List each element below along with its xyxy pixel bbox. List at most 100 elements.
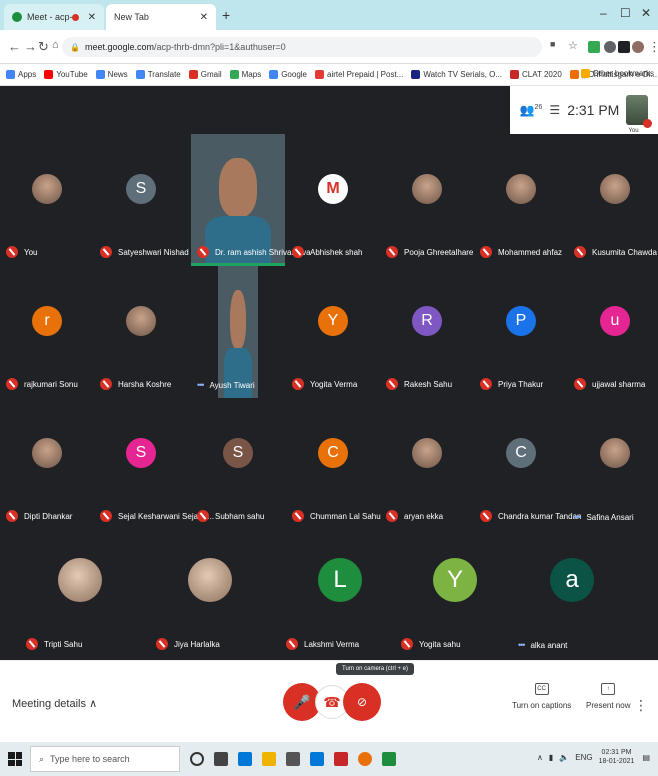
minimize-button[interactable]: –: [600, 6, 607, 20]
tab-meet[interactable]: Meet - acp-thrb-dmn ✕: [4, 4, 104, 30]
participant-tile[interactable]: Pooja Ghreetalhare: [380, 134, 474, 266]
bookmark-item[interactable]: Maps: [229, 70, 261, 79]
bookmark-favicon-icon: [411, 70, 421, 79]
more-options-icon[interactable]: ⋮: [634, 697, 648, 714]
chat-icon[interactable]: ☰: [549, 103, 560, 117]
present-now-button[interactable]: ↑ Present now: [586, 683, 630, 710]
participant-tile[interactable]: Tripti Sahu: [20, 530, 140, 658]
task-view-icon[interactable]: [214, 752, 228, 766]
bookmark-item[interactable]: airtel Prepaid | Post...: [315, 70, 403, 79]
language-indicator[interactable]: ENG: [575, 753, 592, 762]
bookmark-favicon-icon: [135, 70, 145, 79]
star-bookmark-icon[interactable]: ☆: [568, 39, 578, 52]
maximize-button[interactable]: ☐: [620, 6, 631, 20]
participant-tile[interactable]: C Chandra kumar Tandan: [474, 398, 581, 530]
participant-tile[interactable]: Dipti Dhankar: [0, 398, 94, 530]
participant-avatar: [412, 438, 442, 468]
new-tab-button[interactable]: +: [222, 7, 230, 23]
address-bar[interactable]: 🔒 meet.google.com /acp-thrb-dmn?pli=1&au…: [62, 37, 542, 57]
meeting-details-button[interactable]: Meeting details ∧: [12, 697, 97, 710]
participant-tile[interactable]: Y Yogita sahu: [395, 530, 515, 658]
office-icon[interactable]: [334, 752, 348, 766]
participant-tile[interactable]: S Satyeshwari Nishad: [94, 134, 189, 266]
chrome-menu-icon[interactable]: ⋮: [648, 39, 658, 55]
participant-tile[interactable]: a ••• alka anant: [512, 530, 632, 658]
participant-video: [218, 266, 258, 398]
participant-avatar: r: [32, 306, 62, 336]
close-window-button[interactable]: ✕: [641, 6, 651, 20]
bookmark-item[interactable]: Translate: [135, 70, 181, 79]
participant-tile[interactable]: S Sejal Kesharwani Sejal K...: [94, 398, 214, 530]
participant-tile[interactable]: Harsha Koshre: [94, 266, 188, 398]
store-icon[interactable]: [286, 752, 300, 766]
participant-name-label: You: [6, 246, 38, 258]
network-icon[interactable]: ▮: [549, 753, 553, 762]
bookmark-item[interactable]: News: [95, 70, 128, 79]
bookmark-item[interactable]: Watch TV Serials, O...: [411, 70, 502, 79]
show-hidden-icons-icon[interactable]: ∧: [537, 753, 543, 762]
participant-tile[interactable]: Kusumita Chawda: [568, 134, 658, 266]
participant-tile[interactable]: r rajkumari Sonu: [0, 266, 94, 398]
participant-tile[interactable]: M Abhishek shah: [286, 134, 380, 266]
close-tab-icon[interactable]: ✕: [88, 12, 96, 23]
mail-icon[interactable]: [310, 752, 324, 766]
participant-tile[interactable]: C Chumman Lal Sahu: [286, 398, 381, 530]
close-tab-icon[interactable]: ✕: [200, 12, 208, 23]
profile-avatar-icon[interactable]: [632, 41, 644, 53]
participant-tile[interactable]: Dr. ram ashish Shrivastava: [191, 134, 311, 266]
reload-icon[interactable]: ↻: [38, 39, 49, 55]
bookmark-item[interactable]: Apps: [6, 70, 36, 79]
bookmark-favicon-icon: [188, 70, 198, 79]
bookmark-item[interactable]: CLAT 2020: [510, 70, 562, 79]
participant-tile[interactable]: Y Yogita Verma: [286, 266, 380, 398]
self-view-thumbnail[interactable]: You: [626, 95, 653, 134]
chrome-icon[interactable]: [358, 752, 372, 766]
extension-icon[interactable]: [604, 41, 616, 53]
notification-icon[interactable]: ▤: [642, 753, 650, 762]
participant-tile[interactable]: S Subham sahu: [191, 398, 285, 530]
bookmark-item[interactable]: Google: [269, 70, 307, 79]
participant-tile[interactable]: L Lakshmi Verma: [280, 530, 400, 658]
participant-tile[interactable]: aryan ekka: [380, 398, 474, 530]
participant-tile[interactable]: You: [0, 134, 94, 266]
mic-muted-icon: [197, 510, 209, 522]
forward-arrow-icon[interactable]: →: [24, 39, 37, 54]
participant-avatar: C: [318, 438, 348, 468]
volume-icon[interactable]: 🔈: [559, 753, 569, 762]
home-icon[interactable]: ⌂: [52, 39, 59, 51]
captions-button[interactable]: CC Turn on captions: [512, 683, 571, 710]
edge-icon[interactable]: [238, 752, 252, 766]
cortana-icon[interactable]: [190, 752, 204, 766]
meet-app-icon[interactable]: [382, 752, 396, 766]
participant-name: Lakshmi Verma: [304, 639, 360, 649]
participant-tile[interactable]: R Rakesh Sahu: [380, 266, 474, 398]
taskbar-clock[interactable]: 02:31 PM 18-01-2021: [599, 748, 635, 766]
file-explorer-icon[interactable]: [262, 752, 276, 766]
windows-start-icon[interactable]: [8, 752, 22, 766]
captions-label: Turn on captions: [512, 701, 572, 710]
taskbar-date: 18-01-2021: [598, 758, 635, 765]
other-bookmarks[interactable]: Other bookmarks: [580, 69, 654, 78]
camera-permission-icon[interactable]: ■: [550, 39, 555, 49]
tab-new-tab[interactable]: New Tab ✕: [106, 4, 216, 30]
participant-tile[interactable]: Jiya Harlalka: [150, 530, 270, 658]
mic-muted-icon: [574, 246, 586, 258]
folder-icon: [580, 69, 590, 78]
bookmark-item[interactable]: YouTube: [44, 70, 88, 79]
people-button[interactable]: 👥26: [520, 103, 543, 117]
camera-toggle-button[interactable]: ⊘: [343, 683, 381, 721]
participant-avatar: [188, 558, 232, 602]
participant-avatar: L: [318, 558, 362, 602]
participant-tile[interactable]: ••• Safina Ansari: [568, 398, 658, 530]
mic-muted-icon: [197, 246, 209, 258]
bookmark-item[interactable]: Gmail: [188, 70, 222, 79]
taskbar-search-input[interactable]: ⌕ Type here to search: [30, 746, 180, 772]
participant-tile[interactable]: P Priya Thakur: [474, 266, 568, 398]
mic-muted-icon: [286, 638, 298, 650]
participant-tile[interactable]: ••• Ayush Tiwari: [191, 266, 285, 398]
puzzle-extensions-icon[interactable]: [618, 41, 630, 53]
back-arrow-icon[interactable]: ←: [8, 39, 21, 54]
extension-icon[interactable]: [588, 41, 600, 53]
participant-tile[interactable]: Mohammed ahfaz: [474, 134, 568, 266]
participant-tile[interactable]: u ujjawal sharma: [568, 266, 658, 398]
